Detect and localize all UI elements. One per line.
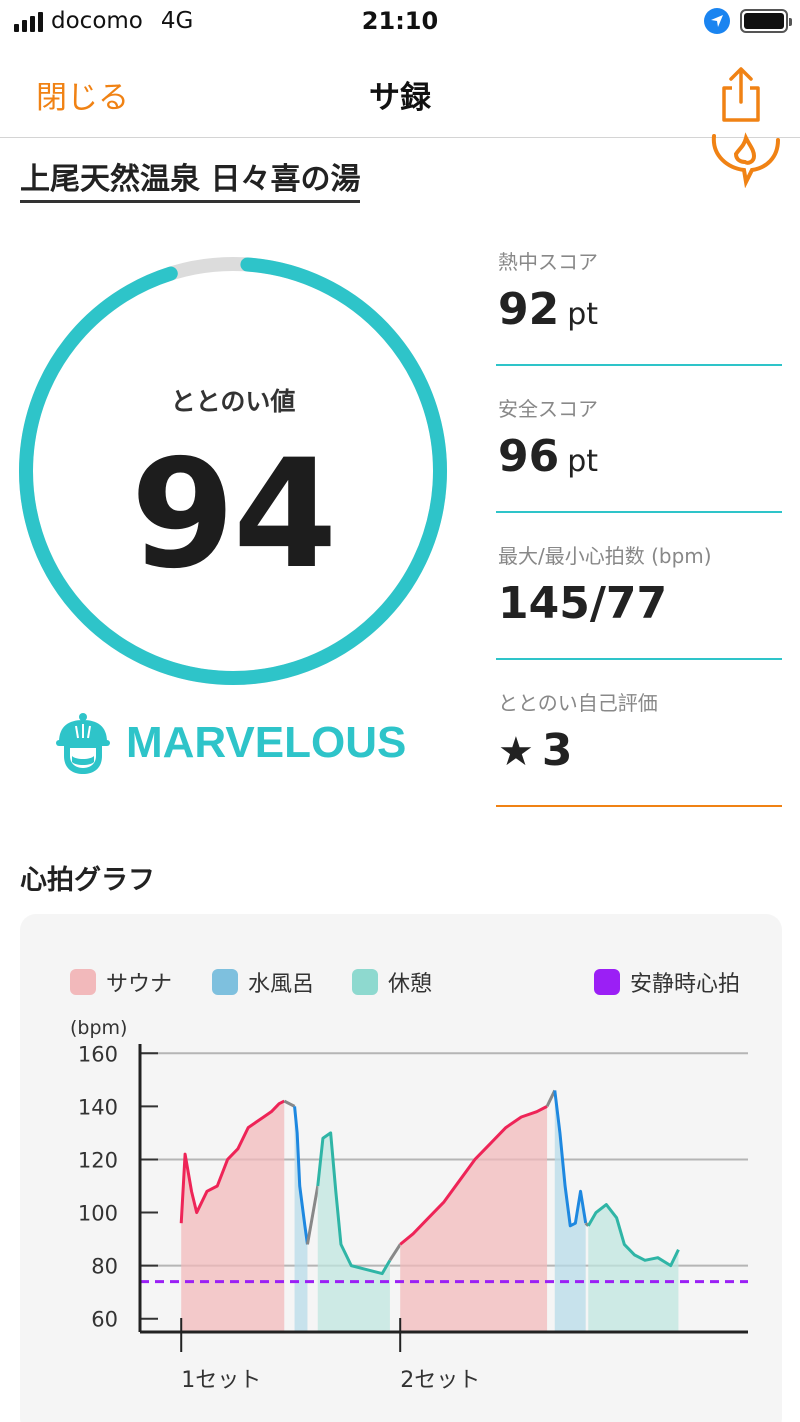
heart-rate-chart: (bpm) 60 80 100 120 140 160 1セット 2セット bbox=[70, 1017, 748, 1393]
x-tick-label: 2セット bbox=[400, 1368, 480, 1393]
transition-line bbox=[305, 1185, 320, 1245]
transition-line bbox=[283, 1099, 296, 1108]
y-tick-label: 120 bbox=[78, 1148, 118, 1172]
y-axis-label: (bpm) bbox=[70, 1017, 127, 1039]
y-tick-label: 140 bbox=[78, 1095, 118, 1119]
x-tick-label: 1セット bbox=[181, 1368, 261, 1393]
phase-fill bbox=[400, 1106, 548, 1332]
transition-line bbox=[388, 1243, 402, 1262]
y-tick-label: 100 bbox=[78, 1202, 118, 1226]
phase-fill bbox=[181, 1101, 285, 1332]
y-tick-label: 60 bbox=[91, 1308, 118, 1332]
phase-fill bbox=[317, 1132, 390, 1332]
y-tick-label: 160 bbox=[78, 1042, 118, 1066]
phase-fill bbox=[588, 1204, 679, 1332]
y-tick-label: 80 bbox=[91, 1255, 118, 1279]
